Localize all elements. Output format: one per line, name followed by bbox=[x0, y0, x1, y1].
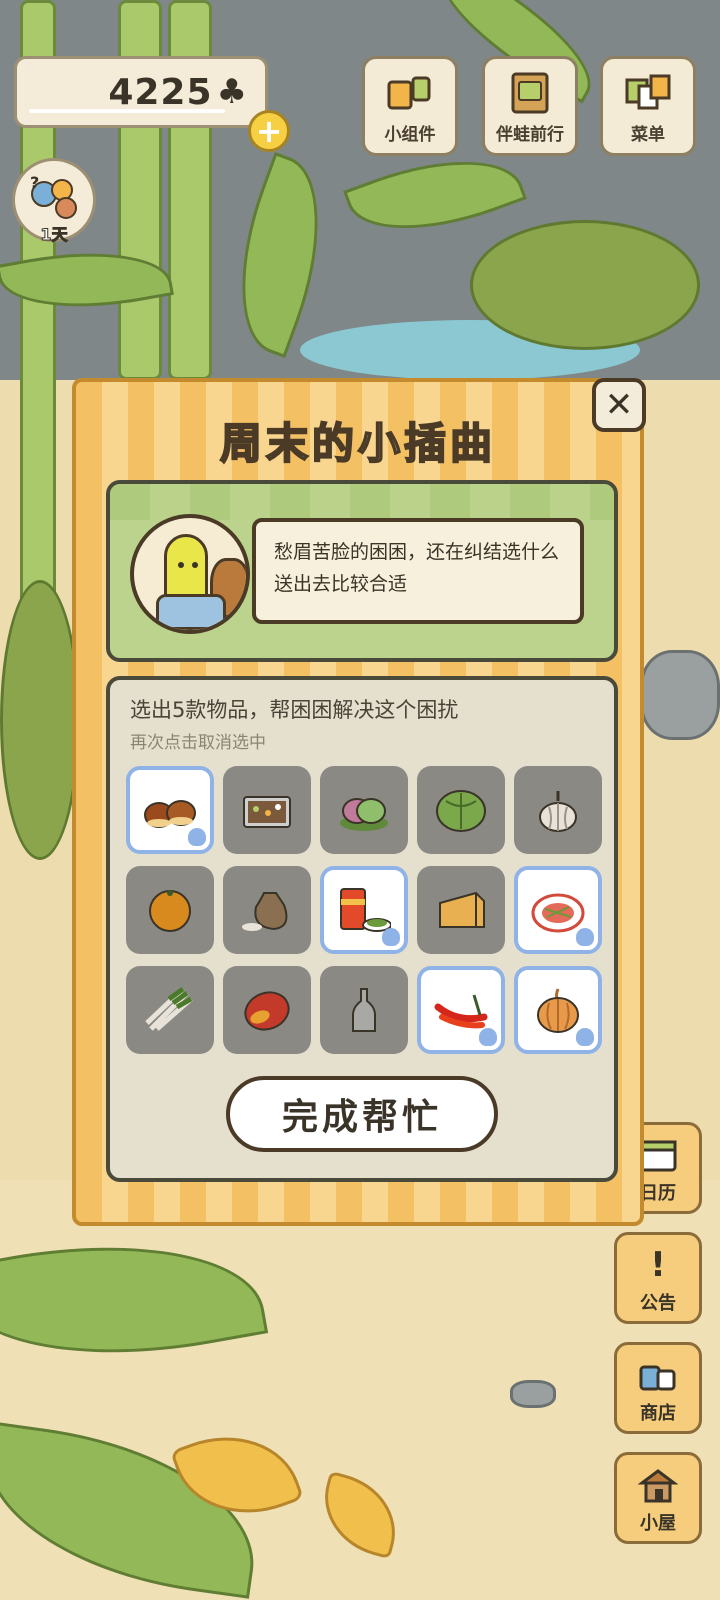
tree-stump bbox=[640, 650, 720, 740]
bush bbox=[470, 220, 700, 350]
speech-bubble: 愁眉苦脸的困困，还在纠结选什么送出去比较合适 bbox=[252, 518, 584, 624]
counter-underline bbox=[29, 109, 225, 113]
item-onion[interactable] bbox=[514, 966, 602, 1054]
selected-hand-icon bbox=[382, 928, 400, 946]
svg-text:?: ? bbox=[30, 173, 39, 192]
menu-label: 菜单 bbox=[631, 125, 665, 145]
orange-icon bbox=[149, 890, 191, 932]
salad-plate-icon bbox=[531, 893, 585, 933]
selected-hand-icon bbox=[479, 1028, 497, 1046]
item-rice-sack[interactable] bbox=[223, 866, 311, 954]
instruction-text: 选出5款物品，帮困困解决这个困扰 bbox=[130, 698, 459, 722]
selected-hand-icon bbox=[188, 828, 206, 846]
sub-instruction-text: 再次点击取消选中 bbox=[130, 733, 266, 753]
item-bento-box[interactable] bbox=[223, 766, 311, 854]
character-scarf bbox=[156, 594, 226, 630]
add-clover-button[interactable]: + bbox=[248, 110, 290, 152]
rice-cake-icon bbox=[340, 798, 388, 831]
bush bbox=[0, 580, 80, 860]
glass-bottle-icon bbox=[352, 988, 376, 1032]
event-dialog: 周末的小插曲 愁眉苦脸的困困，还在纠结选什么送出去比较合适 选出5款物品，帮困困… bbox=[72, 378, 644, 1226]
menu-button[interactable]: 菜单 bbox=[600, 56, 696, 156]
character-eye bbox=[192, 562, 198, 568]
shop-label: 商店 bbox=[640, 1403, 676, 1424]
green-onion-icon bbox=[145, 987, 193, 1031]
story-panel: 愁眉苦脸的困困，还在纠结选什么送出去比较合适 bbox=[106, 480, 618, 662]
canned-food-icon bbox=[340, 888, 391, 932]
pebble bbox=[510, 1380, 556, 1408]
item-rice-cakes[interactable] bbox=[320, 766, 408, 854]
item-chestnuts[interactable] bbox=[126, 766, 214, 854]
exclamation-icon: ! bbox=[650, 1245, 666, 1285]
item-garlic[interactable] bbox=[514, 766, 602, 854]
item-mango[interactable] bbox=[223, 966, 311, 1054]
widget-button[interactable]: 小组件 bbox=[362, 56, 458, 156]
cheese-icon bbox=[439, 891, 485, 928]
item-chili-peppers[interactable] bbox=[417, 966, 505, 1054]
garlic-icon bbox=[539, 791, 577, 832]
item-orange[interactable] bbox=[126, 866, 214, 954]
announcement-label: 公告 bbox=[640, 1293, 676, 1314]
bento-box-icon bbox=[243, 796, 291, 828]
widget-label: 小组件 bbox=[384, 125, 436, 145]
shop-button[interactable]: 商店 bbox=[614, 1342, 702, 1434]
house-icon bbox=[636, 1465, 680, 1505]
chili-pepper-icon bbox=[434, 994, 488, 1029]
item-glass-bottle[interactable] bbox=[320, 966, 408, 1054]
chestnut-icon bbox=[144, 800, 196, 828]
item-cabbage[interactable] bbox=[417, 766, 505, 854]
visitor-avatar[interactable]: ? 1天 bbox=[12, 158, 96, 245]
clover-icon: ♣ bbox=[216, 72, 247, 112]
mango-icon bbox=[244, 991, 290, 1031]
journey-button[interactable]: 伴蛙前行 bbox=[482, 56, 578, 156]
menu-cards-icon bbox=[623, 72, 673, 114]
day-count: 1天 bbox=[40, 225, 68, 245]
item-selection-panel: 选出5款物品，帮困困解决这个困扰 再次点击取消选中 完成帮忙 bbox=[106, 676, 618, 1182]
item-green-onion[interactable] bbox=[126, 966, 214, 1054]
complete-help-button[interactable]: 完成帮忙 bbox=[226, 1076, 498, 1152]
journey-label: 伴蛙前行 bbox=[496, 125, 564, 145]
announcement-button[interactable]: ! 公告 bbox=[614, 1232, 702, 1324]
onion-icon bbox=[537, 988, 579, 1033]
rice-sack-icon bbox=[242, 892, 288, 931]
dialog-title: 周末的小插曲 bbox=[219, 418, 496, 469]
cabbage-icon bbox=[436, 790, 486, 832]
journal-icon bbox=[505, 72, 555, 114]
clover-count: 4225 bbox=[108, 71, 213, 113]
shop-bags-icon bbox=[636, 1355, 680, 1395]
item-salad-plate[interactable] bbox=[514, 866, 602, 954]
clover-counter: 4225 ♣ bbox=[14, 56, 268, 128]
house-button[interactable]: 小屋 bbox=[614, 1452, 702, 1544]
item-cheese[interactable] bbox=[417, 866, 505, 954]
close-button[interactable]: ✕ bbox=[592, 378, 646, 432]
character-portrait bbox=[130, 514, 250, 634]
character-eye bbox=[178, 562, 184, 568]
widget-icon bbox=[385, 72, 435, 114]
house-label: 小屋 bbox=[640, 1513, 676, 1534]
selected-hand-icon bbox=[576, 928, 594, 946]
selected-hand-icon bbox=[576, 1028, 594, 1046]
item-canned-food[interactable] bbox=[320, 866, 408, 954]
item-grid bbox=[126, 766, 602, 1056]
calendar-label: 日历 bbox=[640, 1183, 676, 1204]
